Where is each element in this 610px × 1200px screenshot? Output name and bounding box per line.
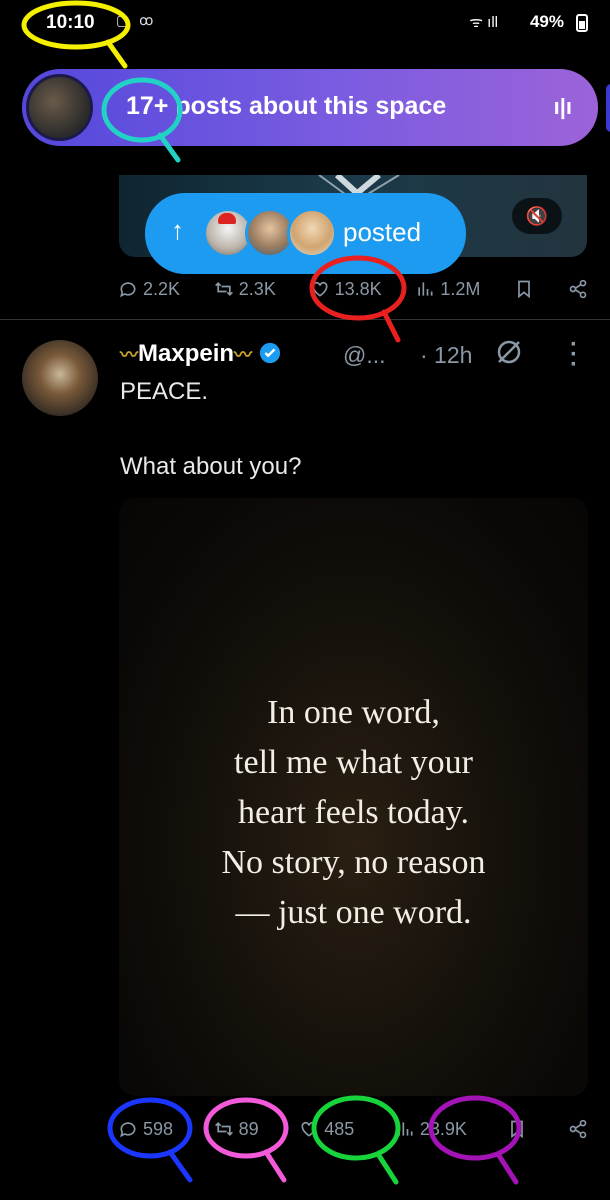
annotation-yellow-ring	[21, 0, 131, 50]
annotation-green-ring	[311, 1095, 401, 1161]
annotation-red-tail	[381, 309, 401, 343]
annotation-blue-ring	[107, 1097, 193, 1159]
annotation-yellow-tail	[105, 39, 128, 69]
annotation-purple-tail	[495, 1151, 519, 1185]
annotation-pink-tail	[263, 1149, 287, 1183]
annotation-blue-tail	[167, 1149, 193, 1183]
annotation-purple-ring	[428, 1095, 522, 1161]
annotation-overlay	[21, 0, 522, 1185]
annotation-cyan-tail	[157, 132, 181, 163]
annotation-pink-ring	[203, 1097, 289, 1159]
annotation-green-tail	[375, 1151, 399, 1185]
annotation-cyan-ring	[101, 77, 183, 143]
annotation-red-ring	[309, 255, 407, 321]
